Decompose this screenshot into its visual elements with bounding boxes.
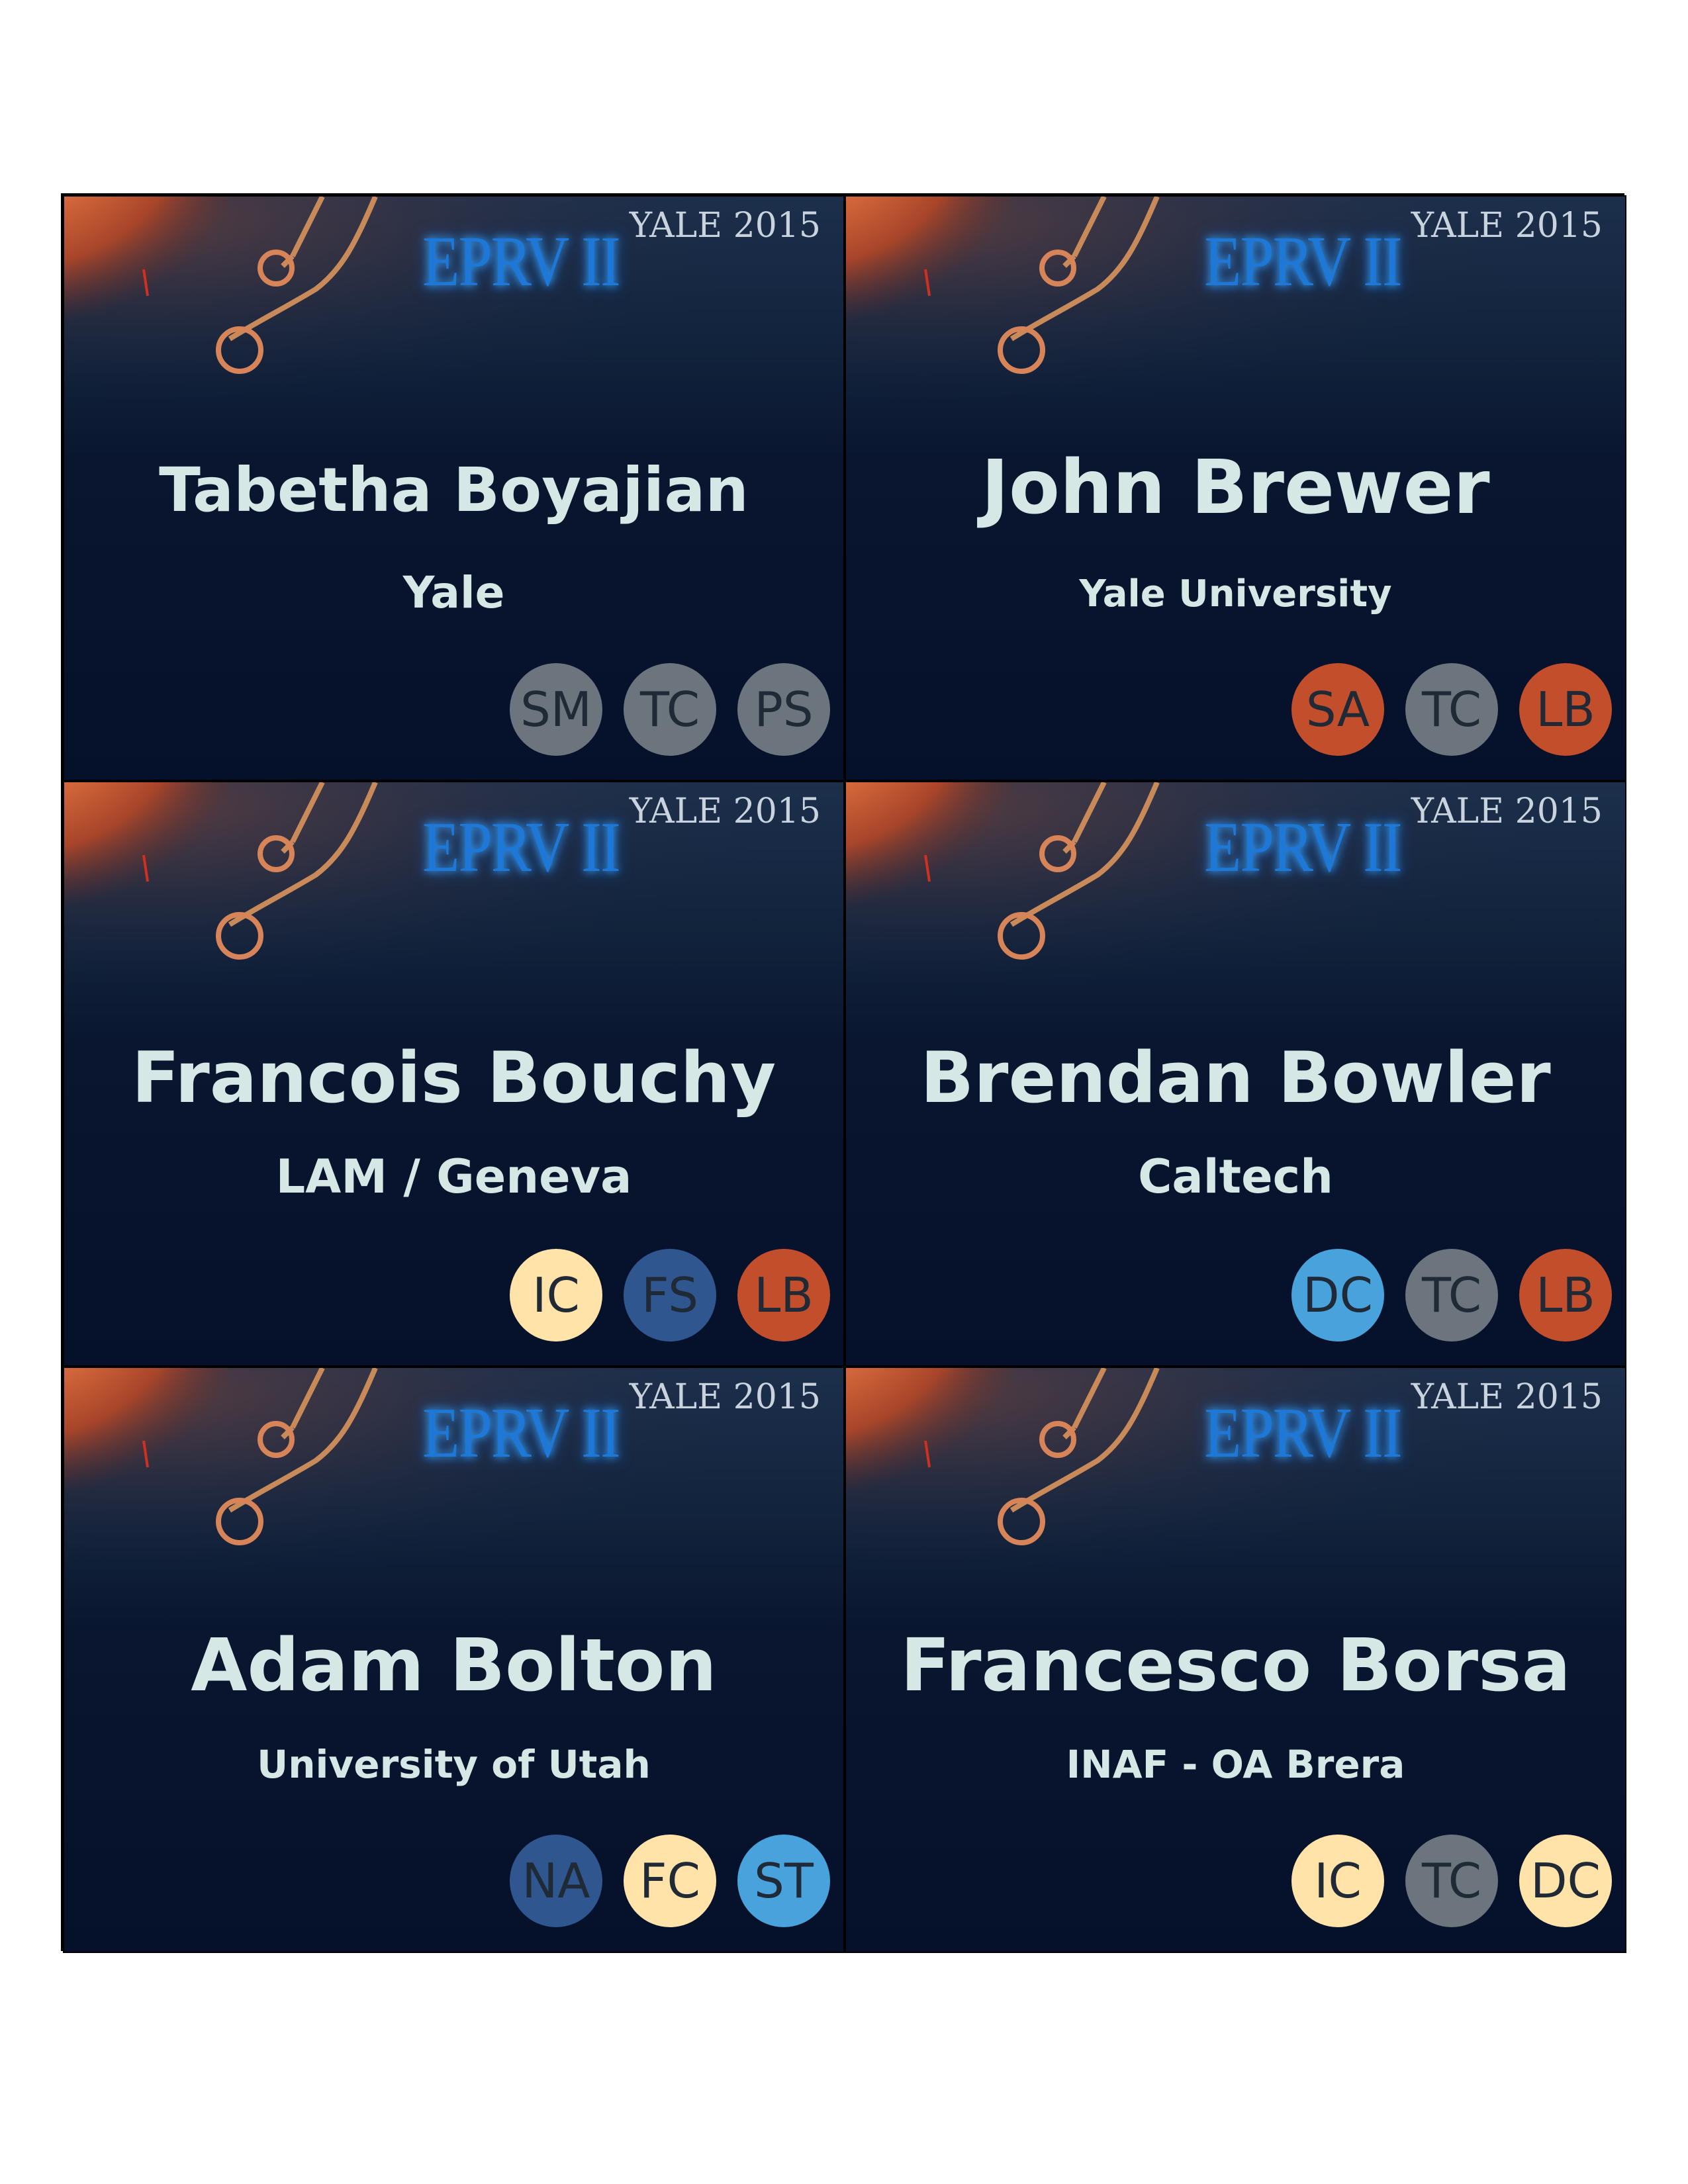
- session-tag: LB: [1519, 663, 1612, 756]
- event-year: YALE 2015: [1411, 1377, 1603, 1417]
- eprv-logo: EPRV II: [422, 1394, 621, 1473]
- session-tag: TC: [1405, 1249, 1498, 1342]
- event-year: YALE 2015: [629, 206, 821, 246]
- session-tag: FC: [624, 1835, 716, 1927]
- session-tags: DC TC LB: [1291, 1249, 1612, 1342]
- session-tags: SM TC PS: [510, 663, 830, 756]
- name-badge: EPRV II YALE 2015 Francois Bouchy LAM / …: [63, 781, 845, 1367]
- session-tags: IC TC DC: [1291, 1835, 1612, 1927]
- session-tag: PS: [737, 663, 830, 756]
- session-tag: LB: [1519, 1249, 1612, 1342]
- attendee-affiliation: Yale: [402, 567, 505, 618]
- session-tag: TC: [1405, 663, 1498, 756]
- session-tag: ST: [737, 1835, 830, 1927]
- session-tag: FS: [624, 1249, 716, 1342]
- attendee-affiliation: University of Utah: [257, 1742, 651, 1787]
- attendee-name: Francesco Borsa: [900, 1623, 1571, 1707]
- attendee-affiliation: Caltech: [1138, 1150, 1333, 1204]
- session-tag: SA: [1291, 663, 1384, 756]
- session-tag: SM: [510, 663, 602, 756]
- name-badge: EPRV II YALE 2015 Adam Bolton University…: [63, 1367, 845, 1953]
- event-year: YALE 2015: [1411, 792, 1603, 831]
- session-tag: IC: [1291, 1835, 1384, 1927]
- eprv-logo: EPRV II: [422, 808, 621, 887]
- attendee-affiliation: LAM / Geneva: [275, 1150, 632, 1204]
- attendee-name: Tabetha Boyajian: [159, 455, 749, 525]
- attendee-name: Francois Bouchy: [131, 1037, 776, 1118]
- attendee-name: John Brewer: [981, 445, 1490, 531]
- session-tags: NA FC ST: [510, 1835, 830, 1927]
- name-badge: EPRV II YALE 2015 John Brewer Yale Unive…: [845, 195, 1626, 781]
- attendee-name: Adam Bolton: [191, 1623, 717, 1707]
- eprv-logo: EPRV II: [1204, 808, 1403, 887]
- session-tag: IC: [510, 1249, 602, 1342]
- session-tags: SA TC LB: [1291, 663, 1612, 756]
- event-year: YALE 2015: [629, 792, 821, 831]
- session-tag: TC: [624, 663, 716, 756]
- eprv-logo: EPRV II: [1204, 222, 1403, 301]
- event-year: YALE 2015: [629, 1377, 821, 1417]
- session-tags: IC FS LB: [510, 1249, 830, 1342]
- attendee-affiliation: Yale University: [1079, 572, 1392, 615]
- attendee-affiliation: INAF - OA Brera: [1066, 1742, 1405, 1787]
- session-tag: NA: [510, 1835, 602, 1927]
- attendee-name: Brendan Bowler: [920, 1037, 1551, 1118]
- session-tag: LB: [737, 1249, 830, 1342]
- session-tag: TC: [1405, 1835, 1498, 1927]
- name-badge: EPRV II YALE 2015 Francesco Borsa INAF -…: [845, 1367, 1626, 1953]
- eprv-logo: EPRV II: [422, 222, 621, 301]
- name-badge: EPRV II YALE 2015 Tabetha Boyajian Yale …: [63, 195, 845, 781]
- badge-sheet: EPRV II YALE 2015 Tabetha Boyajian Yale …: [61, 193, 1626, 1953]
- name-badge: EPRV II YALE 2015 Brendan Bowler Caltech…: [845, 781, 1626, 1367]
- session-tag: DC: [1519, 1835, 1612, 1927]
- eprv-logo: EPRV II: [1204, 1394, 1403, 1473]
- session-tag: DC: [1291, 1249, 1384, 1342]
- event-year: YALE 2015: [1411, 206, 1603, 246]
